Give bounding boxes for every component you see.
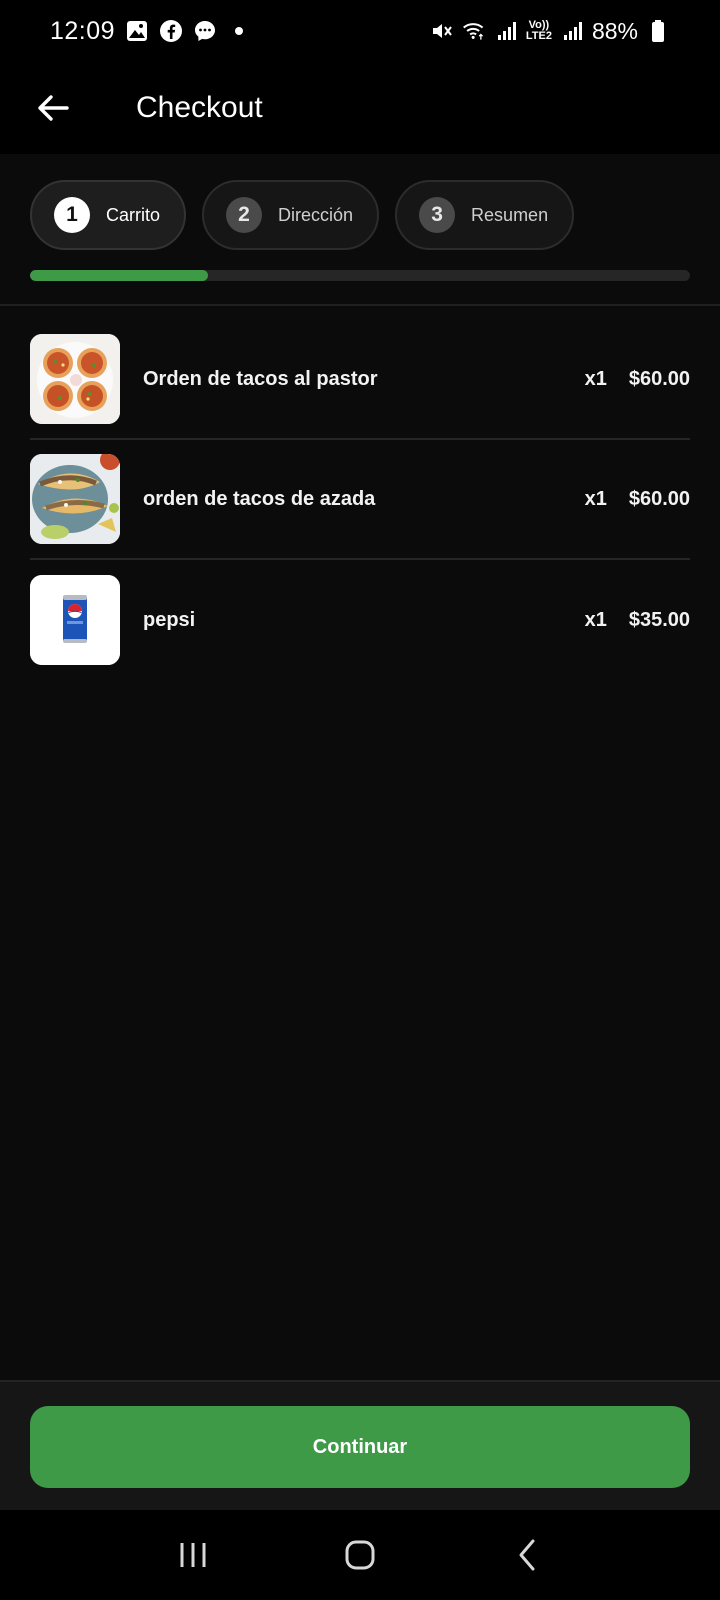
status-left: 12:09 — [50, 17, 251, 46]
dot-icon — [227, 19, 251, 43]
home-button[interactable] — [330, 1525, 390, 1585]
wifi-icon — [462, 19, 486, 43]
item-price: $35.00 — [628, 608, 690, 631]
item-name: orden de tacos de azada — [143, 487, 376, 510]
app-bar: Checkout — [0, 62, 720, 154]
signal-icon — [494, 19, 518, 43]
battery-percent: 88% — [591, 17, 638, 44]
list-item[interactable]: Orden de tacos al pastor x1 $60.00 — [30, 320, 690, 440]
item-quantity: x1 — [584, 367, 607, 390]
back-icon — [519, 1539, 535, 1571]
step-number: 3 — [419, 197, 456, 233]
list-item[interactable]: pepsi x1 $35.00 — [30, 560, 690, 680]
step-resumen[interactable]: 3 Resumen — [395, 180, 575, 250]
item-price: $60.00 — [628, 487, 690, 510]
home-icon — [345, 1540, 375, 1570]
back-button[interactable] — [22, 77, 84, 139]
mute-icon — [430, 19, 454, 43]
signal-icon-2 — [560, 19, 584, 43]
step-label: Resumen — [471, 204, 549, 225]
page-title: Checkout — [136, 91, 263, 124]
checkout-steps: 1 Carrito 2 Dirección 3 Resumen — [30, 180, 575, 250]
progress-bar — [30, 270, 690, 281]
progress-fill — [30, 270, 209, 281]
facebook-icon — [159, 19, 183, 43]
messenger-icon — [193, 19, 217, 43]
system-nav-bar — [0, 1510, 720, 1600]
gallery-icon — [125, 19, 149, 43]
item-name: Orden de tacos al pastor — [143, 367, 378, 390]
step-label: Dirección — [278, 204, 354, 225]
status-right: Vo)) LTE2 88% — [430, 18, 670, 45]
list-item[interactable]: orden de tacos de azada x1 $60.00 — [30, 440, 690, 560]
system-back-button[interactable] — [497, 1525, 557, 1585]
step-direccion[interactable]: 2 Dirección — [202, 180, 380, 250]
status-bar: 12:09 Vo)) LTE2 88% — [0, 0, 720, 62]
bottom-action-bar: Continuar — [0, 1380, 720, 1510]
cart-list: Orden de tacos al pastor x1 $60.00 orden… — [30, 320, 690, 680]
recent-apps-icon — [180, 1543, 206, 1567]
tacos-al-pastor-image — [30, 334, 120, 424]
step-carrito[interactable]: 1 Carrito — [30, 180, 187, 250]
divider — [0, 304, 720, 306]
item-price: $60.00 — [628, 367, 690, 390]
pepsi-can-image — [30, 575, 120, 665]
item-name: pepsi — [143, 608, 196, 631]
tacos-de-azada-image — [30, 454, 120, 544]
continue-button[interactable]: Continuar — [30, 1406, 690, 1488]
checkout-content: 1 Carrito 2 Dirección 3 Resumen Orden de… — [0, 154, 720, 1380]
step-number: 1 — [54, 197, 90, 233]
battery-icon — [646, 19, 670, 43]
volte-label-bottom: LTE2 — [525, 30, 552, 42]
arrow-left-icon — [38, 95, 69, 121]
step-label: Carrito — [106, 204, 161, 225]
volte-icon: Vo)) LTE2 — [526, 20, 552, 42]
status-time: 12:09 — [50, 16, 116, 45]
step-number: 2 — [226, 197, 263, 233]
item-quantity: x1 — [584, 487, 607, 510]
item-quantity: x1 — [584, 608, 607, 631]
recent-apps-button[interactable] — [163, 1525, 223, 1585]
